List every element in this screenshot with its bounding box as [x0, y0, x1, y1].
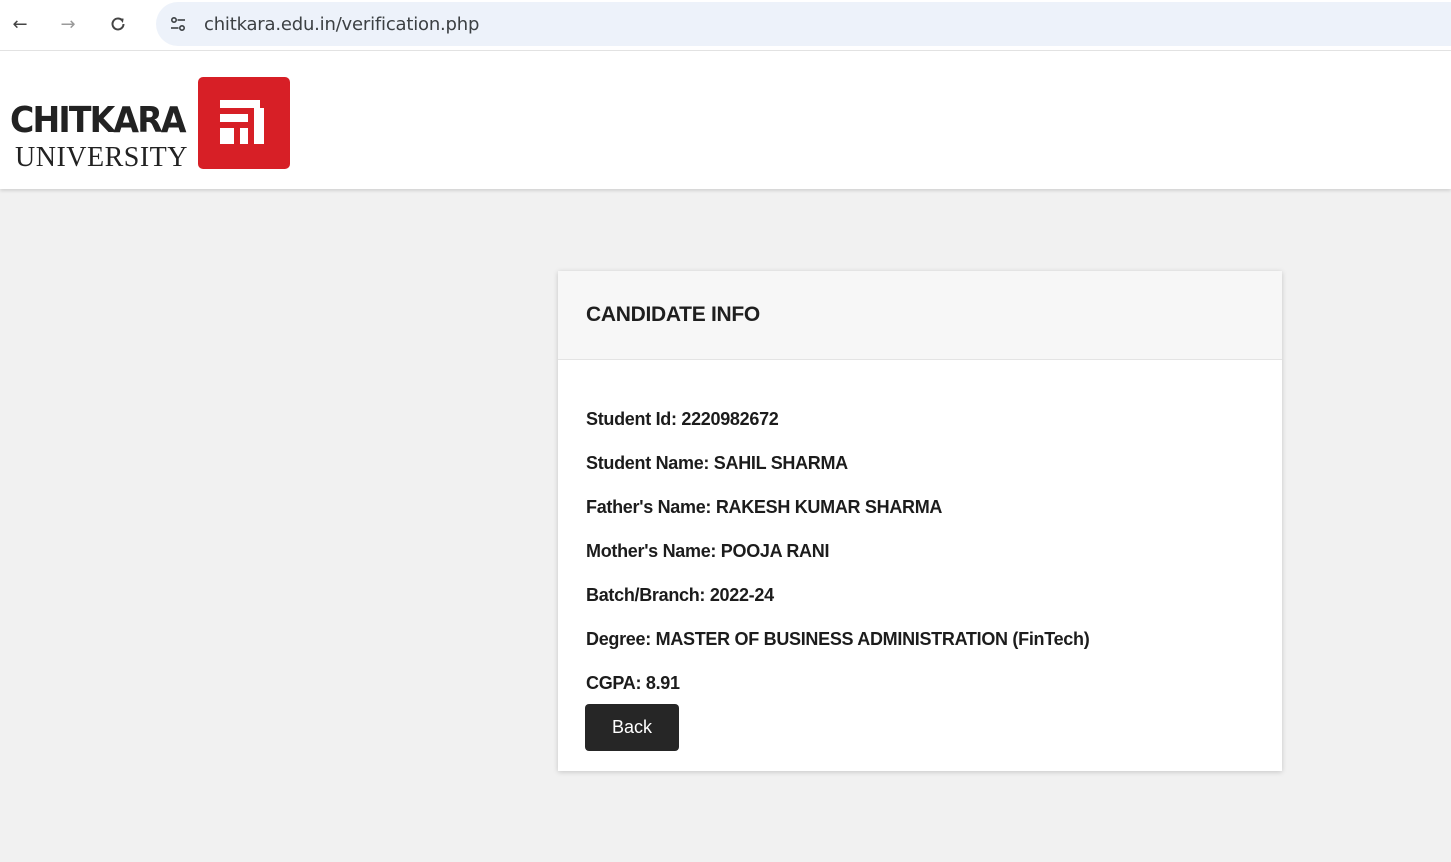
batch-branch: Batch/Branch: 2022-24 [586, 585, 774, 605]
card-header: CANDIDATE INFO [558, 271, 1282, 360]
father-name: Father's Name: RAKESH KUMAR SHARMA [586, 497, 943, 517]
cgpa: CGPA: 8.91 [586, 673, 680, 693]
back-button[interactable]: Back [585, 704, 679, 751]
candidate-info-card: CANDIDATE INFO Student Id: 2220982672 St… [558, 271, 1282, 771]
site-info-icon[interactable] [168, 14, 188, 34]
forward-arrow-icon[interactable]: → [54, 10, 82, 38]
browser-toolbar: ← → chitkara.edu.in/verification.php [0, 0, 1451, 51]
url-text[interactable]: chitkara.edu.in/verification.php [204, 14, 479, 35]
address-bar[interactable]: chitkara.edu.in/verification.php [156, 2, 1451, 46]
card-title: CANDIDATE INFO [586, 303, 760, 326]
back-arrow-icon[interactable]: ← [6, 10, 34, 38]
logo-mark-icon[interactable] [198, 77, 290, 169]
student-name: Student Name: SAHIL SHARMA [586, 453, 848, 473]
degree: Degree: MASTER OF BUSINESS ADMINISTRATIO… [586, 629, 1090, 649]
logo-subtitle[interactable]: UNIVERSITY [15, 144, 188, 172]
student-id: Student Id: 2220982672 [586, 409, 779, 429]
logo-wordmark[interactable]: CHITKARA [10, 103, 186, 139]
mother-name: Mother's Name: POOJA RANI [586, 541, 830, 561]
reload-icon[interactable] [104, 10, 132, 38]
main-content: CANDIDATE INFO Student Id: 2220982672 St… [0, 189, 1451, 862]
site-header: CHITKARA UNIVERSITY [0, 51, 1451, 189]
